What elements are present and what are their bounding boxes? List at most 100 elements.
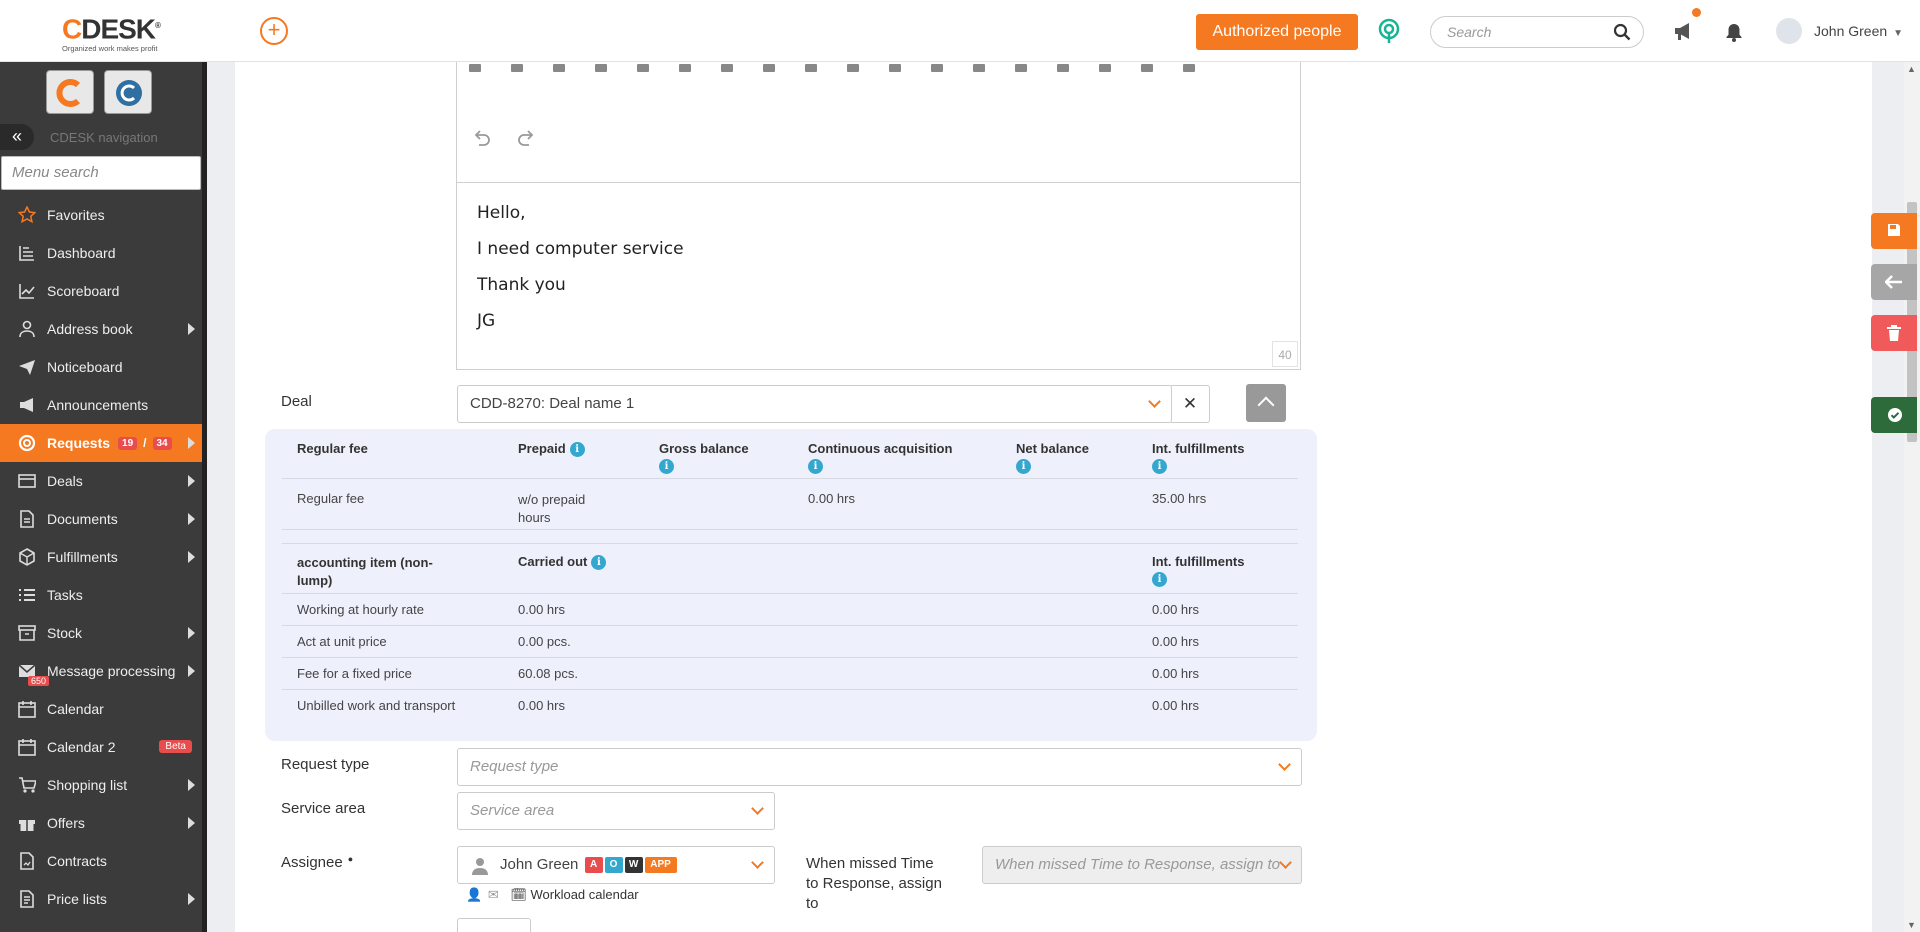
role-badge: O xyxy=(604,857,623,874)
lifebuoy-icon xyxy=(18,434,36,452)
notification-dot xyxy=(1692,8,1701,17)
box-icon xyxy=(19,548,35,566)
sidebar: « CDESK navigation Menu search Favorites… xyxy=(0,62,202,932)
workload-calendar-link[interactable]: 🗓 Workload calendar xyxy=(510,887,638,902)
page-scrollbar[interactable]: ▲ ▼ xyxy=(1904,62,1920,932)
sidebar-item-favorites[interactable]: Favorites xyxy=(0,196,202,234)
role-badge: W xyxy=(624,857,643,874)
secondary-app-icon[interactable] xyxy=(104,70,152,114)
add-new-button[interactable]: + xyxy=(260,17,288,45)
sidebar-item-price-lists[interactable]: Price lists xyxy=(0,880,202,918)
info-icon[interactable]: i xyxy=(569,442,585,458)
sidebar-item-dashboard[interactable]: Dashboard xyxy=(0,234,202,272)
sidebar-item-calendar[interactable]: Calendar xyxy=(0,690,202,728)
text-editor[interactable]: Hello, I need computer service Thank you… xyxy=(456,62,1301,370)
confirm-button[interactable] xyxy=(1871,397,1917,433)
user-menu[interactable]: John Green ▼ xyxy=(1814,23,1903,39)
count-badge: 650 xyxy=(28,676,50,686)
sidebar-item-label: Message processing xyxy=(47,663,176,679)
chevron-right-icon xyxy=(188,323,195,335)
search-icon[interactable] xyxy=(1613,23,1631,41)
info-icon[interactable]: i xyxy=(1016,459,1031,474)
partial-field[interactable] xyxy=(457,918,531,932)
cdesk-logo[interactable]: CDESK® Organized work makes profit xyxy=(62,12,182,54)
missed-response-assign-select[interactable]: When missed Time to Response, assign to xyxy=(982,846,1302,884)
sidebar-item-stock[interactable]: Stock xyxy=(0,614,202,652)
editor-content[interactable]: Hello, I need computer service Thank you… xyxy=(457,183,1300,367)
sidebar-item-announcements[interactable]: Announcements xyxy=(0,386,202,424)
sidebar-item-label: Fulfillments xyxy=(47,549,118,565)
back-button[interactable] xyxy=(1871,264,1917,300)
chevron-right-icon xyxy=(188,513,195,525)
sidebar-item-calendar-2[interactable]: Calendar 2 Beta xyxy=(0,728,202,766)
sidebar-item-scoreboard[interactable]: Scoreboard xyxy=(0,272,202,310)
sidebar-item-offers[interactable]: Offers xyxy=(0,804,202,842)
chevron-right-icon xyxy=(188,437,195,449)
sidebar-item-tasks[interactable]: Tasks xyxy=(0,576,202,614)
chevron-right-icon xyxy=(188,893,195,905)
info-icon[interactable]: i xyxy=(1152,572,1167,587)
editor-line: Hello, xyxy=(477,203,526,223)
chart-line-icon xyxy=(19,284,35,299)
sidebar-item-deals[interactable]: Deals xyxy=(0,462,202,500)
user-avatar[interactable] xyxy=(1776,18,1802,44)
megaphone-icon[interactable] xyxy=(1672,20,1696,42)
sidebar-item-shopping-list[interactable]: Shopping list xyxy=(0,766,202,804)
location-pin-icon[interactable] xyxy=(1376,18,1402,44)
menu-search-input[interactable]: Menu search xyxy=(1,156,201,190)
person-icon xyxy=(472,858,488,875)
service-area-label: Service area xyxy=(281,800,366,817)
info-icon[interactable]: i xyxy=(808,459,823,474)
global-search-input[interactable]: Search xyxy=(1430,16,1644,48)
sidebar-item-documents[interactable]: Documents xyxy=(0,500,202,538)
info-icon[interactable]: i xyxy=(1152,459,1167,474)
sidebar-item-label: Address book xyxy=(47,321,133,337)
sidebar-item-label: Contracts xyxy=(47,853,107,869)
sidebar-item-message-processing[interactable]: Message processing 650 xyxy=(0,652,202,690)
sidebar-item-requests[interactable]: Requests 19/34 xyxy=(0,424,202,462)
check-circle-icon xyxy=(1888,408,1902,422)
authorized-people-button[interactable]: Authorized people xyxy=(1196,14,1358,50)
person-icon[interactable]: 👤 xyxy=(466,887,482,902)
table-header-row: accounting item (non-lump) Carried out i … xyxy=(282,544,1298,594)
chevron-down-icon xyxy=(1278,758,1291,771)
delete-button[interactable] xyxy=(1871,315,1917,351)
sidebar-scrollbar[interactable] xyxy=(202,62,207,932)
sidebar-item-label: Announcements xyxy=(47,397,149,413)
deal-select[interactable]: CDD-8270: Deal name 1 xyxy=(457,385,1172,423)
clear-deal-button[interactable]: ✕ xyxy=(1171,385,1210,423)
collapse-deal-info-button[interactable] xyxy=(1246,384,1286,422)
chevron-right-icon xyxy=(188,627,195,639)
table-header-row: Regular fee Prepaid i Gross balance i Cont… xyxy=(282,429,1298,479)
formatting-icons[interactable] xyxy=(469,62,1225,72)
contract-icon xyxy=(20,852,34,870)
sidebar-item-noticeboard[interactable]: Noticeboard xyxy=(0,348,202,386)
assignee-select[interactable]: John Green A O W APP xyxy=(457,846,775,884)
missed-response-label: When missed Time to Response, assign to xyxy=(806,855,942,912)
cdesk-app-icon[interactable] xyxy=(46,70,94,114)
sidebar-item-label: Documents xyxy=(47,511,118,527)
sidebar-item-fulfillments[interactable]: Fulfillments xyxy=(0,538,202,576)
request-type-select[interactable]: Request type xyxy=(457,748,1302,786)
gift-icon xyxy=(19,820,35,831)
info-icon[interactable]: i xyxy=(591,555,607,571)
scroll-down-icon[interactable]: ▼ xyxy=(1907,920,1916,930)
beta-badge: Beta xyxy=(159,740,192,753)
info-icon[interactable]: i xyxy=(659,459,674,474)
chevron-down-icon: ▼ xyxy=(1893,28,1904,39)
collapse-sidebar-button[interactable]: « xyxy=(0,124,34,150)
service-area-select[interactable]: Service area xyxy=(457,792,775,830)
sidebar-item-contracts[interactable]: Contracts xyxy=(0,842,202,880)
bell-icon[interactable] xyxy=(1725,22,1743,42)
undo-icon[interactable] xyxy=(473,129,491,147)
calendar-icon xyxy=(18,701,36,718)
deal-fees-panel: Regular fee Prepaid i Gross balance i Cont… xyxy=(265,429,1317,741)
document-icon xyxy=(20,510,34,528)
editor-line: I need computer service xyxy=(477,239,684,259)
sidebar-item-address-book[interactable]: Address book xyxy=(0,310,202,348)
scroll-up-icon[interactable]: ▲ xyxy=(1907,64,1916,74)
save-button[interactable] xyxy=(1871,213,1917,249)
redo-icon[interactable] xyxy=(517,129,535,147)
role-badge: APP xyxy=(644,857,677,874)
envelope-icon[interactable]: ✉ xyxy=(488,887,499,902)
